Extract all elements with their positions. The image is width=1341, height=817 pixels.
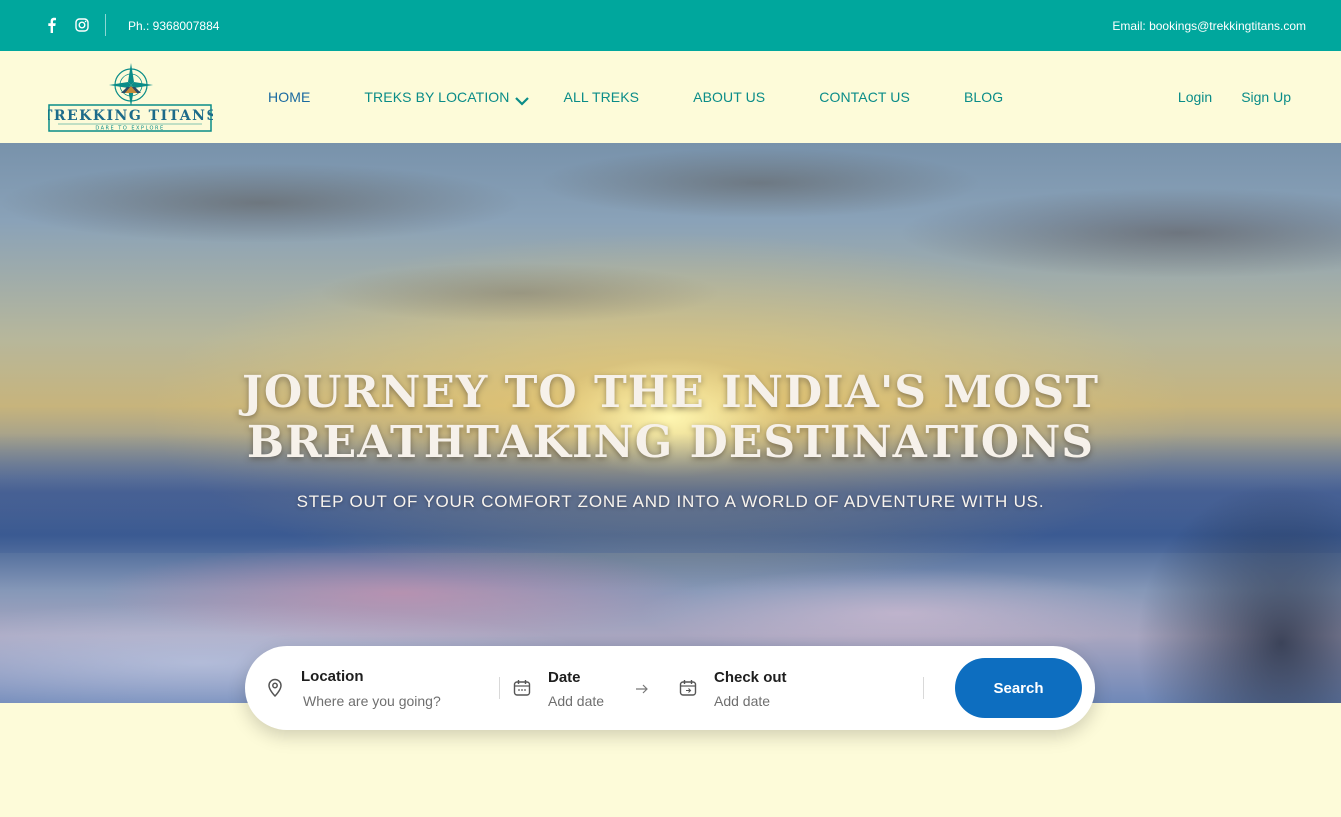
nav-menu: HOME TREKS BY LOCATION ALL TREKS ABOUT U…: [268, 89, 1003, 106]
nav-treks-by-location-label: TREKS BY LOCATION: [364, 89, 510, 105]
hero-sky-clouds: [0, 143, 1341, 323]
location-input[interactable]: Where are you going?: [303, 693, 441, 709]
hero-banner: JOURNEY TO THE INDIA'S MOST BREATHTAKING…: [0, 143, 1341, 703]
nav-contact-us[interactable]: CONTACT US: [819, 89, 910, 105]
auth-links: Login Sign Up: [1178, 89, 1291, 105]
arrow-right-icon: [635, 682, 649, 694]
map-pin-icon: [265, 678, 285, 698]
instagram-icon[interactable]: [74, 17, 90, 33]
login-link[interactable]: Login: [1178, 89, 1212, 105]
search-button[interactable]: Search: [955, 658, 1082, 718]
hero-headline-line-2: BREATHTAKING DESTINATIONS: [246, 417, 1095, 468]
main-navbar: TREKKING TITANS DARE TO EXPLORE HOME TRE…: [0, 51, 1341, 143]
signup-link[interactable]: Sign Up: [1241, 89, 1291, 105]
checkout-field[interactable]: Check out Add date: [665, 646, 915, 730]
date-field[interactable]: Date Add date: [501, 646, 631, 730]
social-links: [44, 17, 90, 33]
location-label: Location: [301, 668, 364, 685]
site-logo[interactable]: TREKKING TITANS DARE TO EXPLORE: [42, 63, 217, 133]
facebook-icon[interactable]: [44, 17, 60, 33]
location-field[interactable]: Location Where are you going?: [245, 646, 500, 730]
nav-home[interactable]: HOME: [268, 89, 310, 105]
field-divider: [499, 677, 500, 699]
date-label: Date: [548, 669, 581, 686]
hero-subheadline: STEP OUT OF YOUR COMFORT ZONE AND INTO A…: [296, 492, 1045, 511]
hero-headline: JOURNEY TO THE INDIA'S MOST BREATHTAKING…: [0, 368, 1341, 468]
calendar-icon: [512, 678, 532, 698]
top-bar: Ph.: 9368007884 Email: bookings@trekking…: [0, 0, 1341, 51]
date-input[interactable]: Add date: [548, 693, 604, 709]
nav-treks-by-location[interactable]: TREKS BY LOCATION: [364, 89, 529, 106]
checkout-label: Check out: [714, 669, 787, 686]
chevron-down-icon: [514, 93, 529, 106]
hero-headline-line-1: JOURNEY TO THE INDIA'S MOST: [242, 367, 1099, 418]
field-divider: [923, 677, 924, 699]
nav-all-treks[interactable]: ALL TREKS: [564, 89, 640, 105]
topbar-divider: [105, 14, 106, 36]
trek-search-bar: Location Where are you going? Date Add d…: [245, 646, 1095, 730]
svg-text:TREKKING TITANS: TREKKING TITANS: [48, 108, 213, 124]
hero-trees: [1061, 443, 1341, 703]
checkout-input[interactable]: Add date: [714, 693, 770, 709]
email-address[interactable]: Email: bookings@trekkingtitans.com: [1112, 19, 1306, 33]
nav-blog[interactable]: BLOG: [964, 89, 1003, 105]
nav-about-us[interactable]: ABOUT US: [693, 89, 765, 105]
calendar-icon: [678, 678, 698, 698]
svg-text:DARE TO EXPLORE: DARE TO EXPLORE: [95, 126, 164, 132]
phone-number[interactable]: Ph.: 9368007884: [128, 19, 219, 33]
